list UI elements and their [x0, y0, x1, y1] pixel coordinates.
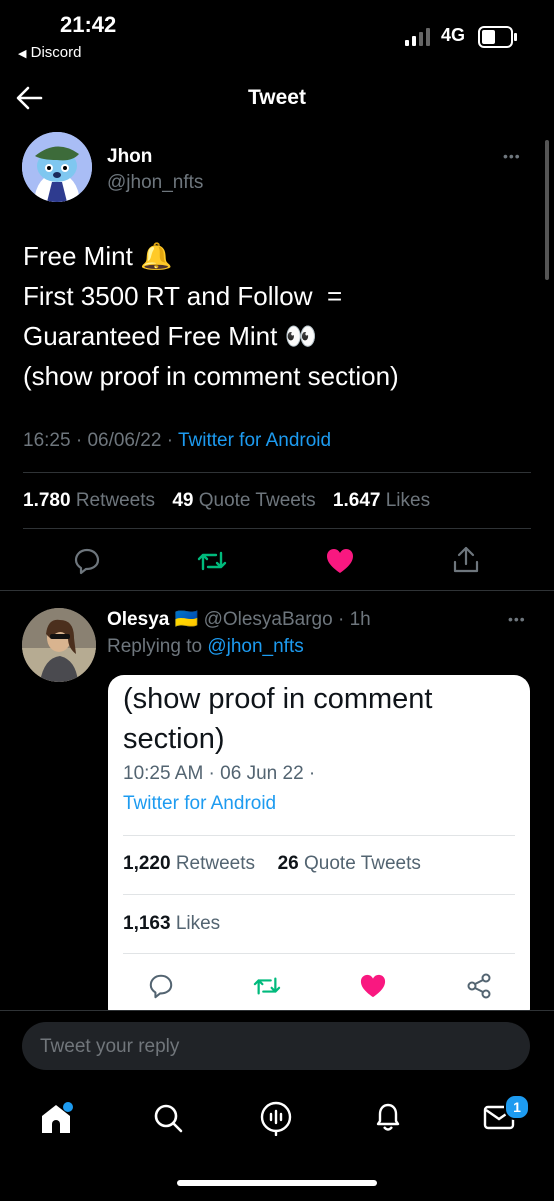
card-divider: [123, 953, 515, 954]
like-icon[interactable]: [325, 547, 355, 575]
battery-icon: [478, 26, 518, 48]
tweet-text: Free Mint 🔔 First 3500 RT and Follow = G…: [23, 236, 523, 396]
like-label: Likes: [385, 490, 431, 511]
separator-dot: ·: [203, 763, 221, 784]
reply-header: Olesya 🇺🇦 @OlesyaBargo · 1h: [107, 607, 371, 631]
retweet-count: 1.780: [23, 490, 71, 511]
card-divider: [123, 894, 515, 895]
tweet-line: Free Mint 🔔: [23, 241, 173, 271]
card-like-label: Likes: [175, 913, 221, 934]
card-source: Twitter for Android: [123, 793, 277, 814]
back-to-app-link[interactable]: ◀ Discord: [18, 44, 82, 61]
card-time: 10:25 AM: [123, 763, 204, 784]
tweet-line: (show proof in comment section): [23, 361, 399, 391]
replying-to-handle[interactable]: @jhon_nfts: [207, 636, 303, 657]
card-divider: [123, 835, 515, 836]
reply-author-name[interactable]: Olesya: [107, 609, 169, 630]
tab-bar: 1: [0, 1090, 554, 1150]
spaces-icon[interactable]: [259, 1100, 293, 1136]
separator-dot: ·: [303, 763, 316, 784]
author-handle[interactable]: @jhon_nfts: [107, 172, 203, 194]
tweet-time: 16:25: [23, 430, 71, 451]
reply-author-handle[interactable]: @OlesyaBargo: [204, 609, 333, 630]
tweet-stats: 1.780 Retweets 49 Quote Tweets 1.647 Lik…: [23, 490, 430, 512]
tweet-line: Guaranteed Free Mint 👀: [23, 321, 317, 351]
card-quote-count: 26: [277, 853, 299, 874]
flag: 🇺🇦: [174, 609, 199, 630]
card-retweet-icon: [252, 973, 282, 999]
card-like-count: 1,163: [123, 913, 171, 934]
home-icon[interactable]: [38, 1102, 74, 1136]
quote-count-link[interactable]: 49 Quote Tweets: [172, 490, 315, 511]
home-indicator: [177, 1180, 377, 1186]
card-like-icon: [359, 973, 387, 999]
back-triangle-icon: ◀: [18, 48, 27, 60]
card-retweet-count: 1,220: [123, 853, 171, 874]
network-type: 4G: [441, 25, 466, 45]
card-reply-icon: [148, 973, 174, 999]
card-text-line: (show proof in comment: [123, 683, 433, 715]
scrollbar[interactable]: [545, 140, 549, 280]
reply-placeholder: Tweet your reply: [40, 1036, 180, 1057]
tweet-date: 06/06/22: [87, 430, 162, 451]
card-quote-label: Quote Tweets: [304, 853, 421, 874]
separator-dot: ·: [166, 430, 178, 451]
more-icon[interactable]: •••: [508, 611, 526, 627]
status-time: 21:42: [60, 12, 117, 37]
author-name[interactable]: Jhon: [107, 146, 152, 168]
retweet-icon[interactable]: [196, 547, 228, 575]
card-meta: 10:25 AM · 06 Jun 22 ·: [123, 763, 315, 785]
card-date: 06 Jun 22: [220, 763, 304, 784]
quote-label: Quote Tweets: [198, 490, 316, 511]
author-avatar[interactable]: [22, 132, 92, 202]
more-icon[interactable]: •••: [503, 148, 521, 164]
back-app-label: Discord: [30, 44, 82, 61]
card-retweet-label: Retweets: [175, 853, 256, 874]
reply-author-avatar[interactable]: [22, 608, 96, 682]
separator-dot: ·: [332, 609, 350, 630]
card-tweet-text: (show proof in comment section): [123, 679, 523, 759]
messages-badge: 1: [504, 1094, 530, 1120]
share-icon[interactable]: [451, 545, 481, 575]
card-likes-row: 1,163 Likes: [123, 913, 220, 935]
notifications-icon[interactable]: [372, 1100, 404, 1134]
retweet-label: Retweets: [75, 490, 156, 511]
separator-dot: ·: [75, 430, 88, 451]
reply-time-ago: 1h: [349, 609, 371, 630]
divider: [23, 528, 531, 529]
tweet-line: First 3500 RT and Follow =: [23, 281, 343, 311]
replying-to: Replying to @jhon_nfts: [107, 636, 304, 658]
divider: [23, 472, 531, 473]
card-share-icon: [465, 972, 493, 1000]
tweet-meta: 16:25 · 06/06/22 · Twitter for Android: [23, 430, 331, 452]
signal-icon: [405, 28, 435, 46]
like-count: 1.647: [332, 490, 381, 511]
tweet-actions: [0, 535, 554, 585]
replying-to-label: Replying to: [107, 636, 203, 657]
like-count-link[interactable]: 1.647 Likes: [333, 490, 430, 511]
search-icon[interactable]: [152, 1102, 184, 1134]
card-stats-row: 1,220 Retweets 26 Quote Tweets: [123, 853, 421, 875]
reply-input[interactable]: Tweet your reply: [22, 1022, 530, 1070]
tweet-source-link[interactable]: Twitter for Android: [178, 430, 331, 451]
retweet-count-link[interactable]: 1.780 Retweets: [23, 490, 155, 511]
divider: [0, 590, 554, 591]
reply-icon[interactable]: [73, 547, 101, 575]
card-text-line: section): [123, 723, 225, 755]
screenshot-card[interactable]: (show proof in comment section) 10:25 AM…: [108, 675, 530, 1025]
page-title: Tweet: [248, 86, 306, 109]
quote-count: 49: [172, 490, 194, 511]
